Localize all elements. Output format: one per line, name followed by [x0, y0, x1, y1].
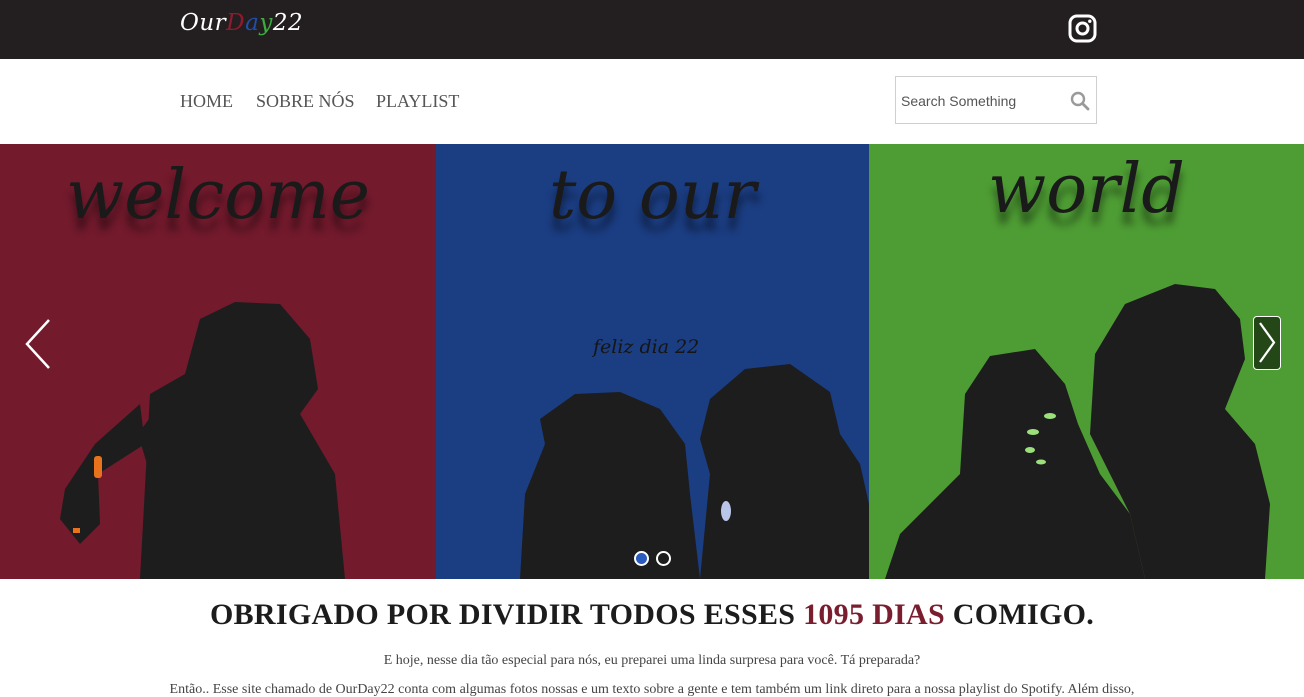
nav-item-playlist[interactable]: PLAYLIST: [376, 91, 459, 112]
headline-accent: 1095 DIAS: [803, 598, 945, 631]
nav-item-home[interactable]: HOME: [180, 91, 233, 112]
carousel-next-button[interactable]: [1253, 316, 1281, 370]
couple-silhouettes: [60, 284, 1270, 579]
main-nav: HOME SOBRE NÓS PLAYLIST: [0, 59, 1304, 144]
search-box: [895, 76, 1097, 124]
intro-paragraph: E hoje, nesse dia tão especial para nós,…: [383, 653, 921, 668]
logo-part: D: [226, 10, 246, 36]
page-headline: OBRIGADO POR DIVIDIR TODOS ESSES 1095 DI…: [0, 598, 1304, 632]
logo-part: a: [245, 10, 260, 36]
logo-part: Our: [180, 10, 227, 36]
logo-part: y: [259, 10, 273, 36]
instagram-icon[interactable]: [1068, 14, 1097, 43]
chevron-right-icon: [1259, 322, 1276, 363]
chevron-left-icon[interactable]: [22, 317, 56, 371]
search-input[interactable]: [901, 90, 1061, 112]
slide-subtitle: feliz dia 22: [593, 336, 700, 358]
hero-carousel: welcome to our world feliz dia 22: [0, 144, 1304, 579]
description-paragraph: Então.. Esse site chamado de OurDay22 co…: [169, 682, 1135, 697]
search-icon[interactable]: [1070, 91, 1090, 111]
carousel-indicator-2[interactable]: [656, 551, 671, 566]
logo-part: 22: [272, 10, 304, 36]
site-logo[interactable]: OurDay22: [180, 10, 303, 36]
top-bar: OurDay22: [0, 0, 1304, 59]
headline-text: COMIGO.: [944, 598, 1095, 631]
carousel-indicator-1[interactable]: [634, 551, 649, 566]
nav-item-sobre-nos[interactable]: SOBRE NÓS: [256, 91, 355, 112]
headline-text: OBRIGADO POR DIVIDIR TODOS ESSES: [209, 598, 804, 631]
